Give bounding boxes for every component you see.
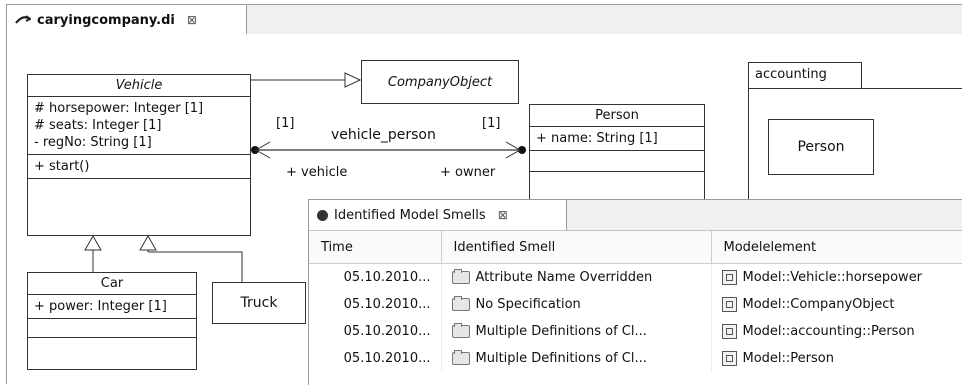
class-company-object[interactable]: CompanyObject <box>361 60 519 104</box>
time-cell: 05.10.2010... <box>309 291 442 318</box>
operation-compartment: + start() <box>28 155 250 179</box>
element-label: Model::CompanyObject <box>742 297 895 312</box>
smell-label: Attribute Name Overridden <box>475 270 653 285</box>
model-element-icon <box>721 270 737 285</box>
class-accounting-person[interactable]: Person <box>768 119 874 175</box>
element-label: Model::Vehicle::horsepower <box>742 270 923 285</box>
class-name: Person <box>797 139 845 155</box>
class-car[interactable]: Car + power: Integer [1] <box>27 272 197 370</box>
column-header-time[interactable]: Time <box>309 231 442 264</box>
operation-compartment <box>530 151 704 172</box>
element-label: Model::accounting::Person <box>742 324 915 339</box>
table-row[interactable]: 05.10.2010... No Specification Model::Co… <box>309 291 962 318</box>
smell-label: Multiple Definitions of Cl... <box>475 351 647 366</box>
folder-icon <box>451 296 470 311</box>
role-label: + vehicle <box>286 165 348 180</box>
attribute[interactable]: # horsepower: Integer [1] <box>34 100 244 117</box>
class-person[interactable]: Person + name: String [1] <box>529 104 705 208</box>
model-element-icon <box>721 297 737 312</box>
model-element-icon <box>721 324 737 339</box>
attribute-compartment: # horsepower: Integer [1] # seats: Integ… <box>28 97 250 155</box>
folder-icon <box>451 269 470 284</box>
class-name: CompanyObject <box>387 74 493 90</box>
generalization-arrowhead <box>84 234 102 251</box>
package-accounting-tab[interactable]: accounting <box>748 62 862 88</box>
role-label: + owner <box>440 165 496 180</box>
column-header-element[interactable]: Modelelement <box>711 231 962 264</box>
table-row[interactable]: 05.10.2010... Multiple Definitions of Cl… <box>309 318 962 345</box>
class-name: Car <box>28 273 196 295</box>
attribute[interactable]: # seats: Integer [1] <box>34 117 244 134</box>
generalization-arrowhead <box>139 234 157 251</box>
time-cell: 05.10.2010... <box>309 263 442 291</box>
attribute-compartment: + power: Integer [1] <box>28 295 196 319</box>
smells-view-tab[interactable]: Identified Model Smells ⊠ <box>309 200 567 230</box>
element-cell: Model::Vehicle::horsepower <box>711 263 962 291</box>
smell-cell: No Specification <box>441 291 712 318</box>
element-cell: Model::CompanyObject <box>711 291 962 318</box>
close-icon[interactable]: ⊠ <box>498 208 508 222</box>
operation-compartment <box>28 319 196 338</box>
class-name: Person <box>530 105 704 127</box>
smell-label: No Specification <box>475 297 581 312</box>
operation[interactable]: + start() <box>34 158 244 175</box>
element-cell: Model::accounting::Person <box>711 318 962 345</box>
smell-cell: Attribute Name Overridden <box>441 263 712 291</box>
folder-icon <box>451 350 470 365</box>
attribute-compartment: + name: String [1] <box>530 127 704 151</box>
table-header-row: Time Identified Smell Modelelement <box>309 231 962 264</box>
table-row[interactable]: 05.10.2010... Attribute Name Overridden … <box>309 263 962 291</box>
attribute[interactable]: + name: String [1] <box>536 130 698 147</box>
class-vehicle[interactable]: Vehicle # horsepower: Integer [1] # seat… <box>27 74 251 236</box>
smells-table: Time Identified Smell Modelelement 05.10… <box>309 231 962 372</box>
class-name: Truck <box>240 295 278 311</box>
element-label: Model::Person <box>742 351 834 366</box>
time-cell: 05.10.2010... <box>309 318 442 345</box>
generalization-arrowhead <box>344 72 362 88</box>
attribute[interactable]: - regNo: String [1] <box>34 134 244 151</box>
smell-label: Multiple Definitions of Cl... <box>475 324 647 339</box>
multiplicity-label: [1] <box>482 116 501 131</box>
class-name: Vehicle <box>28 75 250 97</box>
column-header-smell[interactable]: Identified Smell <box>441 231 712 264</box>
time-cell: 05.10.2010... <box>309 345 442 372</box>
smells-view-tabbar: Identified Model Smells ⊠ <box>309 200 962 231</box>
element-cell: Model::Person <box>711 345 962 372</box>
smells-view-title: Identified Model Smells <box>334 207 486 223</box>
folder-icon <box>451 323 470 338</box>
association-name: vehicle_person <box>331 127 436 143</box>
model-element-icon <box>721 351 737 366</box>
attribute[interactable]: + power: Integer [1] <box>34 298 190 315</box>
table-row[interactable]: 05.10.2010... Multiple Definitions of Cl… <box>309 345 962 372</box>
package-name: accounting <box>755 67 827 82</box>
smells-view: Identified Model Smells ⊠ Time Identifie… <box>308 199 962 385</box>
multiplicity-label: [1] <box>276 116 295 131</box>
smell-cell: Multiple Definitions of Cl... <box>441 345 712 372</box>
view-icon <box>317 209 328 221</box>
class-truck[interactable]: Truck <box>212 282 306 324</box>
smell-cell: Multiple Definitions of Cl... <box>441 318 712 345</box>
